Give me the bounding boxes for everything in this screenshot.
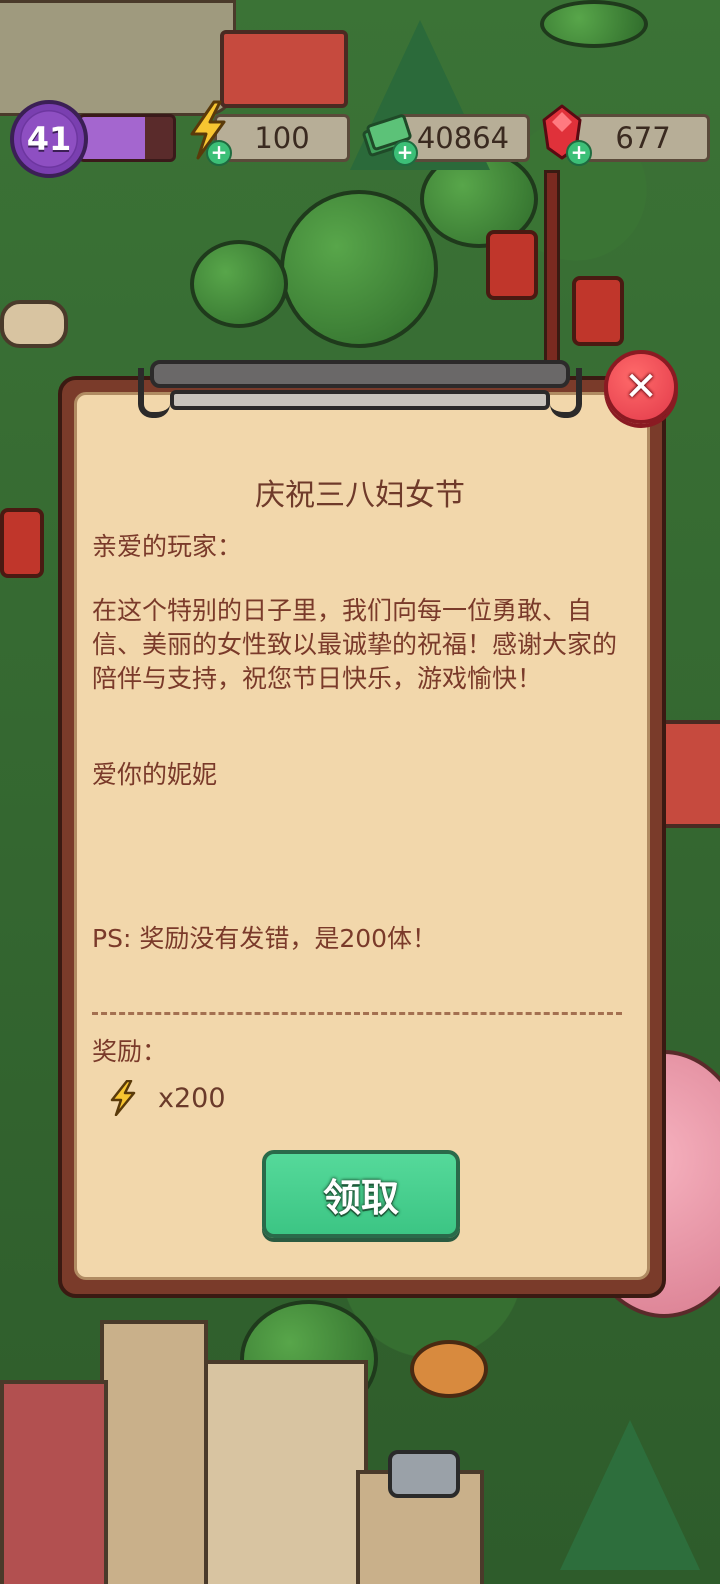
security-camera — [388, 1450, 460, 1498]
pine-tree — [560, 1420, 700, 1570]
lightning-bolt-icon — [110, 1080, 136, 1116]
clipboard-clip — [138, 360, 582, 418]
stone-pillar — [100, 1320, 208, 1584]
resource-bar: 41 100 + 40864 + 677 + — [0, 96, 720, 178]
add-energy-plus-icon[interactable]: + — [206, 140, 232, 166]
bush — [540, 0, 648, 48]
salutation: 亲爱的玩家： — [92, 532, 243, 561]
reward-label: 奖励： — [92, 1037, 168, 1066]
add-cash-plus-icon[interactable]: + — [392, 140, 418, 166]
reward-count: x200 — [158, 1082, 226, 1114]
dialog-title: 庆祝三八妇女节 — [255, 478, 465, 513]
fence — [0, 300, 68, 348]
signature: 爱你的妮妮 — [92, 760, 218, 789]
energy-value: 100 — [254, 121, 310, 155]
claim-button-label: 领取 — [322, 1175, 399, 1220]
energy-counter[interactable]: 100 — [214, 114, 350, 162]
reward-item: x200 — [108, 1080, 226, 1116]
level-badge[interactable]: 41 — [10, 100, 88, 178]
xp-progress-fill — [81, 117, 146, 159]
tree — [280, 190, 438, 348]
claim-button[interactable]: 领取 — [262, 1150, 460, 1238]
red-booth — [0, 1380, 108, 1584]
red-shelf — [660, 720, 720, 828]
postscript: PS: 奖励没有发错，是200体！ — [92, 924, 438, 953]
gem-counter[interactable]: 677 — [576, 114, 710, 162]
gem-value: 677 — [615, 121, 671, 155]
lantern — [572, 276, 624, 346]
level-number: 41 — [26, 120, 72, 158]
lantern — [486, 230, 538, 300]
bush — [190, 240, 288, 328]
lantern-pole — [544, 170, 560, 376]
close-icon: ✕ — [624, 364, 658, 410]
dialog-paper — [74, 392, 650, 1280]
cash-value: 40864 — [416, 121, 510, 155]
divider — [92, 1012, 622, 1015]
xp-progress-bar — [78, 114, 176, 162]
add-gems-plus-icon[interactable]: + — [566, 140, 592, 166]
message-paragraph: 在这个特别的日子里，我们向每一位勇敢、自信、美丽的女性致以最诚挚的祝福！感谢大家… — [92, 596, 618, 693]
sleeping-fox — [410, 1340, 488, 1398]
lantern — [0, 508, 44, 578]
close-button[interactable]: ✕ — [604, 350, 678, 424]
